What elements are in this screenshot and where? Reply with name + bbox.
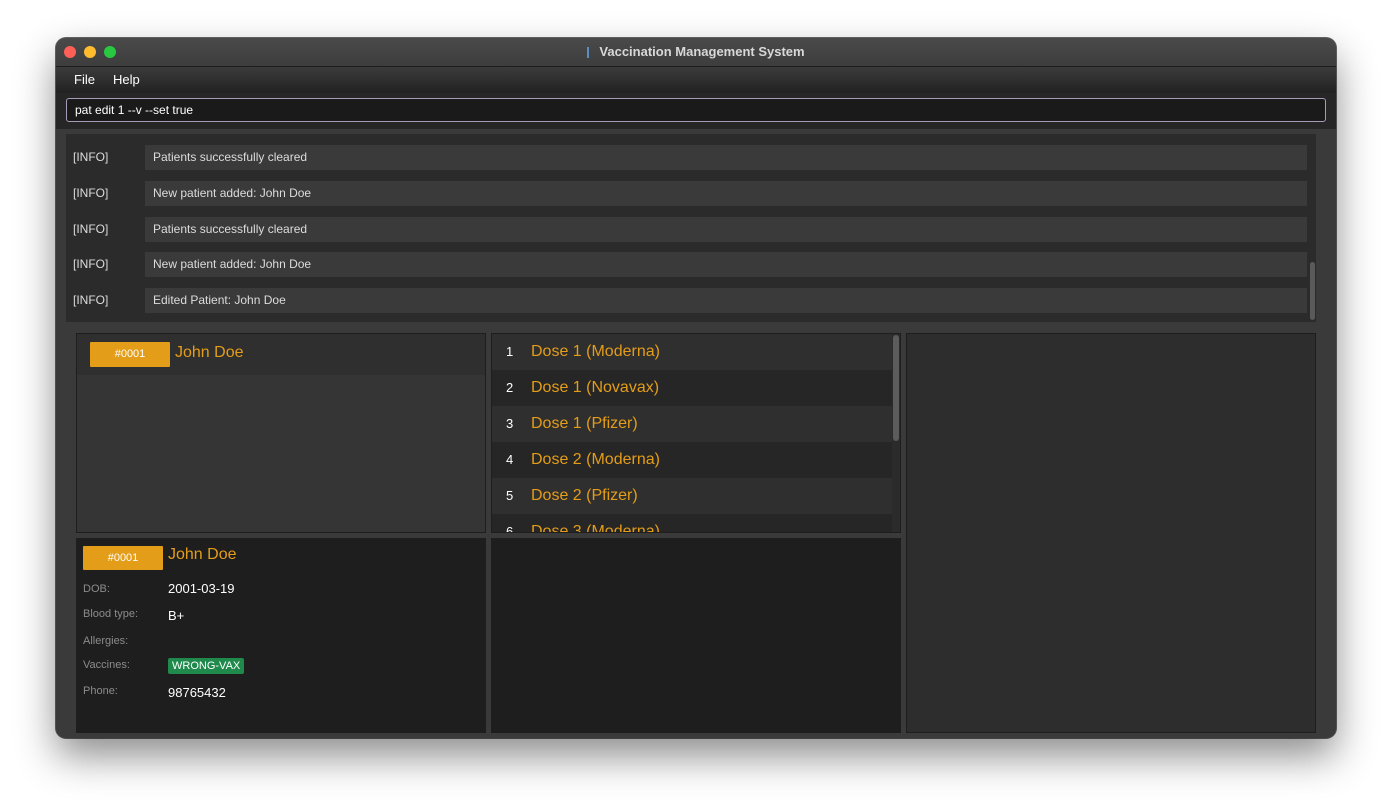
patient-detail-panel: #0001 John Doe DOB: 2001-03-19 Blood typ… bbox=[76, 538, 486, 733]
vaccine-index: 2 bbox=[506, 380, 514, 395]
patient-name: John Doe bbox=[168, 546, 237, 563]
command-input[interactable]: pat edit 1 --v --set true bbox=[66, 98, 1326, 122]
command-area: pat edit 1 --v --set true bbox=[56, 93, 1336, 129]
vaccine-list-scrollbar-thumb[interactable] bbox=[893, 335, 899, 441]
log-level: [INFO] bbox=[73, 293, 109, 307]
vaccine-index: 6 bbox=[506, 524, 514, 533]
app-icon bbox=[587, 46, 590, 58]
vaccine-index: 5 bbox=[506, 488, 514, 503]
dob-label: DOB: bbox=[83, 583, 110, 595]
vaccine-list-item[interactable]: 1 Dose 1 (Moderna) bbox=[492, 334, 892, 370]
app-window: Vaccination Management System File Help … bbox=[56, 38, 1336, 738]
phone-value: 98765432 bbox=[168, 685, 226, 700]
log-row: [INFO] New patient added: John Doe bbox=[66, 251, 1308, 277]
vaccine-name: Dose 1 (Pfizer) bbox=[531, 415, 638, 432]
allergies-label: Allergies: bbox=[83, 635, 129, 647]
menu-bar: File Help bbox=[56, 67, 1336, 93]
log-scrollbar[interactable] bbox=[1308, 134, 1316, 322]
vaccine-index: 4 bbox=[506, 452, 514, 467]
vaccine-list-panel: 1 Dose 1 (Moderna) 2 Dose 1 (Novavax) 3 … bbox=[491, 333, 901, 533]
log-message: Patients successfully cleared bbox=[145, 145, 1307, 170]
log-message: New patient added: John Doe bbox=[145, 181, 1307, 206]
log-row: [INFO] New patient added: John Doe bbox=[66, 180, 1308, 206]
vaccine-list-item[interactable]: 4 Dose 2 (Moderna) bbox=[492, 442, 892, 478]
vaccine-tag: WRONG-VAX bbox=[168, 658, 245, 674]
log-message: Patients successfully cleared bbox=[145, 217, 1307, 242]
menu-file[interactable]: File bbox=[74, 67, 95, 93]
vaccine-name: Dose 1 (Novavax) bbox=[531, 379, 660, 396]
vaccine-name: Dose 2 (Moderna) bbox=[531, 451, 660, 468]
vaccine-list-item[interactable]: 2 Dose 1 (Novavax) bbox=[492, 370, 892, 406]
vaccine-index: 3 bbox=[506, 416, 514, 431]
log-message: Edited Patient: John Doe bbox=[145, 288, 1307, 313]
vaccine-list-item[interactable]: 5 Dose 2 (Pfizer) bbox=[492, 478, 892, 514]
phone-label: Phone: bbox=[83, 685, 118, 697]
vaccines-label: Vaccines: bbox=[83, 659, 130, 671]
patient-list-item[interactable]: #0001 John Doe bbox=[77, 334, 485, 375]
window-title: Vaccination Management System bbox=[599, 44, 805, 59]
log-scrollbar-thumb[interactable] bbox=[1310, 262, 1315, 320]
patient-list-panel: #0001 John Doe bbox=[76, 333, 486, 533]
title-bar: Vaccination Management System bbox=[56, 38, 1336, 67]
blood-type-label: Blood type: bbox=[83, 608, 139, 620]
log-level: [INFO] bbox=[73, 150, 109, 164]
log-panel[interactable]: [INFO] Patients successfully cleared [IN… bbox=[66, 134, 1316, 322]
log-level: [INFO] bbox=[73, 186, 109, 200]
vaccine-index: 1 bbox=[506, 344, 514, 359]
vaccine-detail-panel bbox=[491, 538, 901, 733]
vaccine-name: Dose 2 (Pfizer) bbox=[531, 487, 638, 504]
log-row: [INFO] Patients successfully cleared bbox=[66, 216, 1308, 242]
patient-name: John Doe bbox=[175, 344, 244, 361]
vaccine-name: Dose 1 (Moderna) bbox=[531, 343, 660, 360]
log-message: New patient added: John Doe bbox=[145, 252, 1307, 277]
blood-type-value: B+ bbox=[168, 608, 185, 623]
menu-help[interactable]: Help bbox=[113, 67, 140, 93]
log-level: [INFO] bbox=[73, 257, 109, 271]
log-row: [INFO] Patients successfully cleared bbox=[66, 144, 1308, 170]
vaccine-name: Dose 3 (Moderna) bbox=[531, 523, 660, 533]
title-container: Vaccination Management System bbox=[56, 38, 1336, 66]
vaccine-list-item[interactable]: 3 Dose 1 (Pfizer) bbox=[492, 406, 892, 442]
log-level: [INFO] bbox=[73, 222, 109, 236]
log-row: [INFO] Edited Patient: John Doe bbox=[66, 287, 1308, 313]
vaccine-list-item[interactable]: 6 Dose 3 (Moderna) bbox=[492, 514, 892, 533]
dob-value: 2001-03-19 bbox=[168, 581, 235, 596]
patient-id-badge: #0001 bbox=[83, 546, 163, 570]
right-panel bbox=[906, 333, 1316, 733]
patient-id-badge: #0001 bbox=[90, 342, 170, 367]
